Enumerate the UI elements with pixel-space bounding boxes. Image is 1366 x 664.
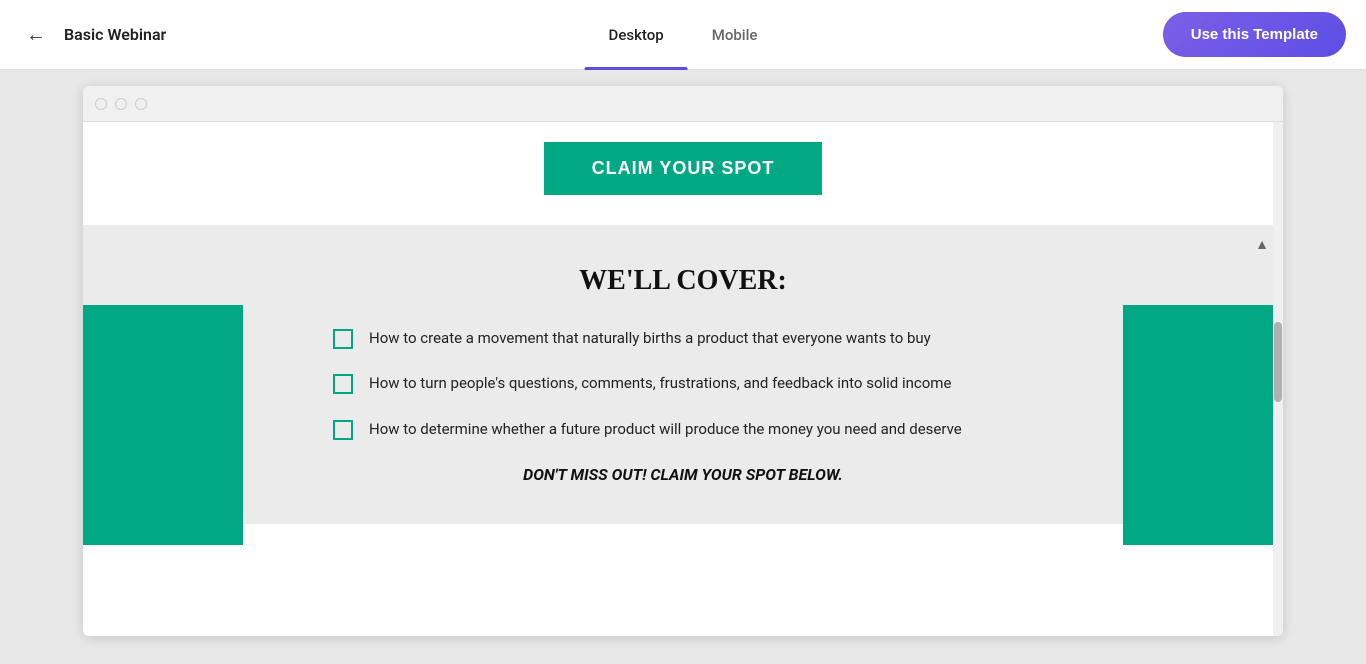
cover-inner: WE'LL COVER: How to create a movement th… <box>333 265 1033 484</box>
scroll-up-arrow[interactable]: ▲ <box>1255 236 1269 253</box>
tab-group: Desktop Mobile <box>585 0 782 70</box>
main-area: CLAIM YOUR SPOT WE'LL COVER: How to crea… <box>0 70 1366 664</box>
list-item: How to create a movement that naturally … <box>333 327 1033 350</box>
scrollbar-thumb[interactable] <box>1274 322 1282 402</box>
browser-dot-1 <box>95 98 107 110</box>
list-item-text-1: How to create a movement that naturally … <box>369 327 931 350</box>
browser-dot-2 <box>115 98 127 110</box>
list-item: How to determine whether a future produc… <box>333 418 1033 441</box>
tab-desktop[interactable]: Desktop <box>585 0 688 70</box>
back-button[interactable]: ← <box>20 19 52 51</box>
checkbox-icon-3 <box>333 420 353 440</box>
browser-chrome <box>83 86 1283 122</box>
cover-section: WE'LL COVER: How to create a movement th… <box>83 225 1283 524</box>
checkbox-icon-2 <box>333 374 353 394</box>
back-icon: ← <box>26 22 46 47</box>
checkbox-icon-1 <box>333 329 353 349</box>
tab-mobile[interactable]: Mobile <box>688 0 782 70</box>
side-panel-right <box>1123 305 1283 545</box>
page-content: CLAIM YOUR SPOT WE'LL COVER: How to crea… <box>83 122 1283 636</box>
list-item-text-3: How to determine whether a future produc… <box>369 418 962 441</box>
header: ← Basic Webinar Desktop Mobile Use this … <box>0 0 1366 70</box>
claim-spot-button[interactable]: CLAIM YOUR SPOT <box>544 142 823 195</box>
cover-list: How to create a movement that naturally … <box>333 327 1033 441</box>
use-template-button[interactable]: Use this Template <box>1163 12 1346 57</box>
scrollbar-track[interactable] <box>1273 122 1283 636</box>
cover-title: WE'LL COVER: <box>333 265 1033 297</box>
browser-frame: CLAIM YOUR SPOT WE'LL COVER: How to crea… <box>83 86 1283 636</box>
list-item: How to turn people's questions, comments… <box>333 372 1033 395</box>
list-item-text-2: How to turn people's questions, comments… <box>369 372 951 395</box>
side-panel-left <box>83 305 243 545</box>
browser-dot-3 <box>135 98 147 110</box>
cover-footer: DON'T MISS OUT! CLAIM YOUR SPOT BELOW. <box>333 465 1033 484</box>
claim-section: CLAIM YOUR SPOT <box>83 122 1283 225</box>
page-title: Basic Webinar <box>64 25 166 44</box>
